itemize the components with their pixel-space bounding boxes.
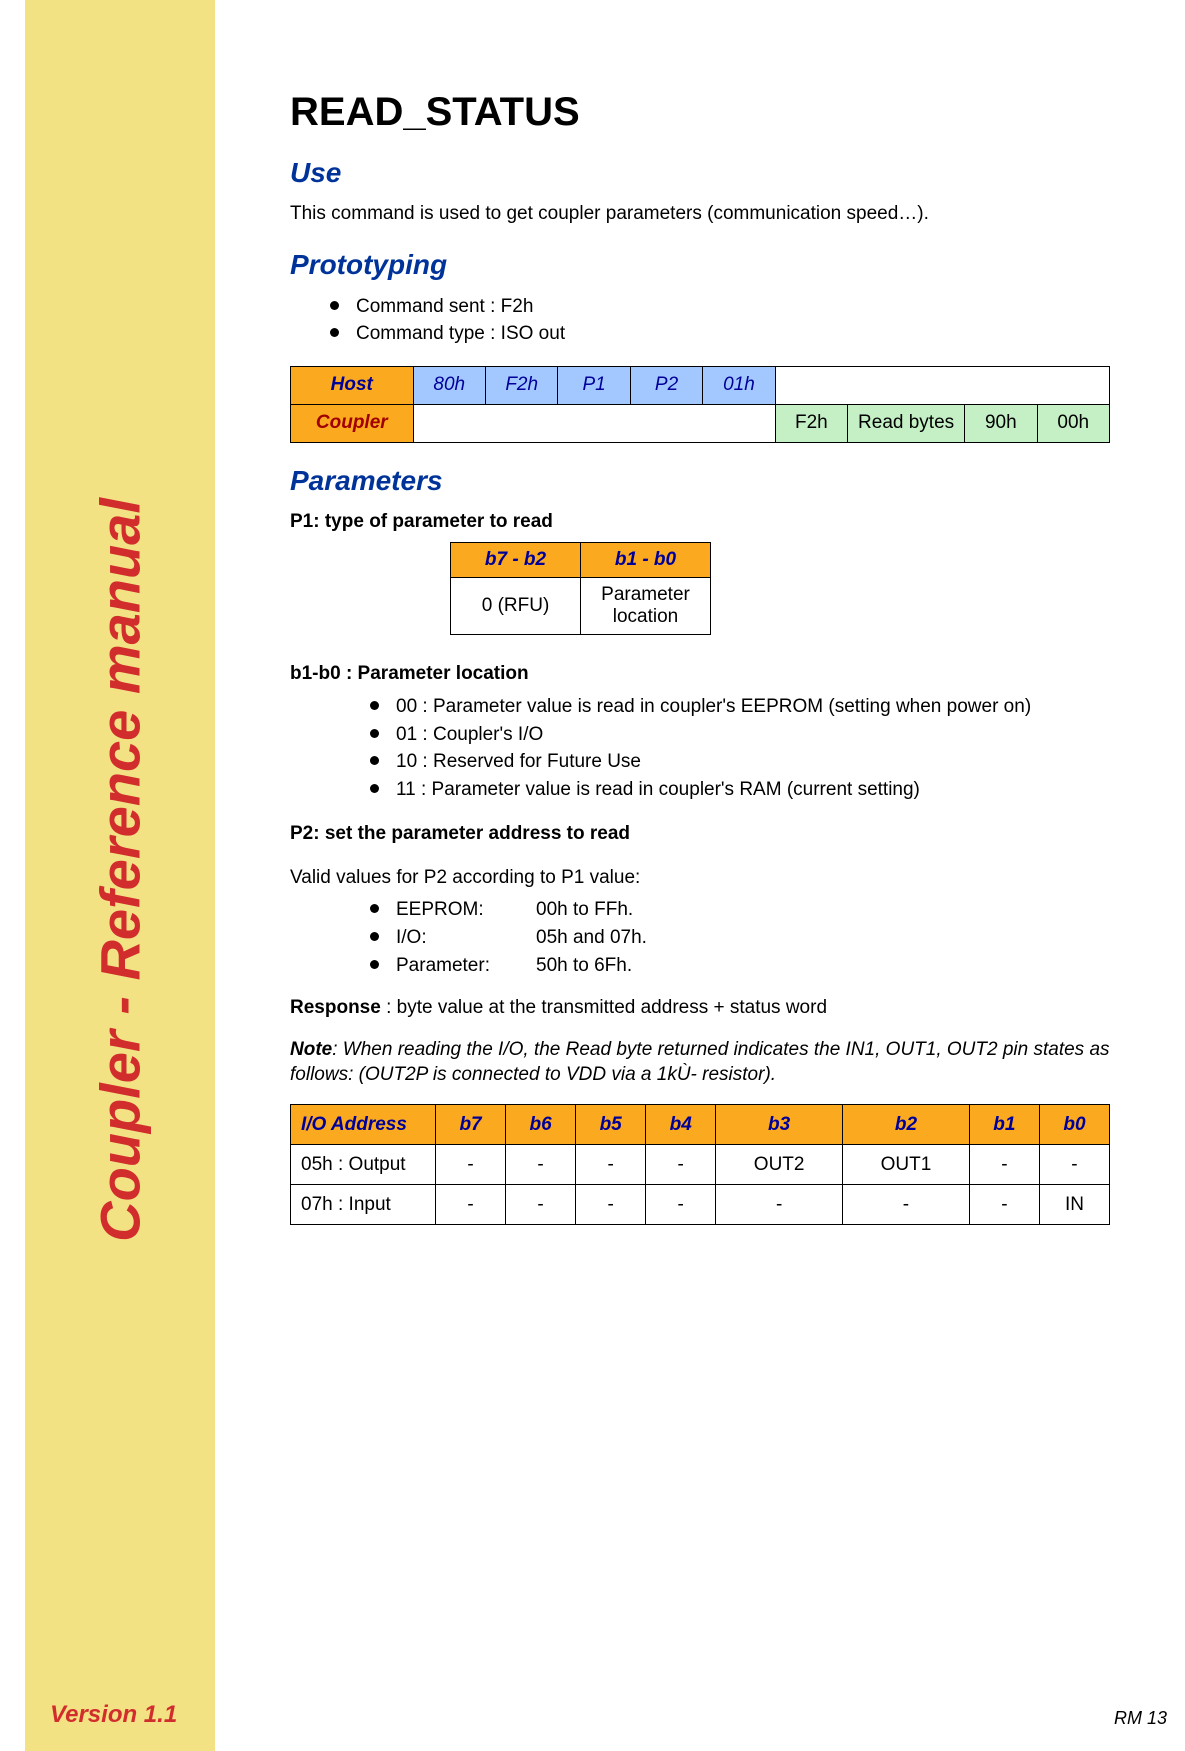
section-parameters-title: Parameters [290, 465, 1140, 497]
table-cell-empty [775, 366, 1109, 404]
table-cell: OUT1 [843, 1145, 970, 1185]
list-item: 00 : Parameter value is read in coupler'… [370, 693, 1140, 721]
table-header: b1 [969, 1105, 1039, 1145]
table-cell: - [576, 1145, 646, 1185]
table-cell: - [436, 1145, 506, 1185]
table-cell: P2 [630, 366, 702, 404]
coupler-label: Coupler [291, 404, 414, 442]
list-item: Command sent : F2h [330, 293, 1140, 321]
b1b0-bullets: 00 : Parameter value is read in coupler'… [290, 693, 1140, 803]
list-item: Parameter:50h to 6Fh. [370, 952, 1140, 980]
table-row: 07h : Input - - - - - - - IN [291, 1185, 1110, 1225]
section-use-title: Use [290, 157, 1140, 189]
table-cell: 00h [1037, 404, 1109, 442]
response-label: Response [290, 997, 381, 1018]
response-text: : byte value at the transmitted address … [381, 997, 827, 1018]
table-header: b2 [843, 1105, 970, 1145]
sidebar: Coupler - Reference manual Version 1.1 [25, 0, 215, 1751]
table-header: b6 [506, 1105, 576, 1145]
note-block: Note: When reading the I/O, the Read byt… [290, 1037, 1140, 1088]
p2-bullets: EEPROM:00h to FFh. I/O:05h and 07h. Para… [290, 896, 1140, 979]
prototyping-bullets: Command sent : F2h Command type : ISO ou… [290, 293, 1140, 348]
table-cell: - [576, 1185, 646, 1225]
table-cell: 90h [965, 404, 1037, 442]
table-header: I/O Address [291, 1105, 436, 1145]
table-cell: - [1039, 1145, 1109, 1185]
table-header: b5 [576, 1105, 646, 1145]
list-item: I/O:05h and 07h. [370, 924, 1140, 952]
table-header: b1 - b0 [581, 543, 711, 578]
table-cell: - [506, 1185, 576, 1225]
table-cell: - [969, 1185, 1039, 1225]
note-text: : When reading the I/O, the Read byte re… [290, 1039, 1110, 1086]
table-row: 05h : Output - - - - OUT2 OUT1 - - [291, 1145, 1110, 1185]
table-cell: 07h : Input [291, 1185, 436, 1225]
note-label: Note [290, 1039, 332, 1060]
list-item: 01 : Coupler's I/O [370, 721, 1140, 749]
list-item: Command type : ISO out [330, 320, 1140, 348]
sidebar-title: Coupler - Reference manual [88, 498, 153, 1242]
table-header: b3 [716, 1105, 843, 1145]
table-cell-empty [413, 404, 775, 442]
table-cell: - [646, 1145, 716, 1185]
table-header: b7 - b2 [451, 543, 581, 578]
table-header: b4 [646, 1105, 716, 1145]
table-cell: 80h [413, 366, 485, 404]
list-item: 10 : Reserved for Future Use [370, 748, 1140, 776]
p2-intro: Valid values for P2 according to P1 valu… [290, 865, 1140, 891]
b1b0-heading: b1-b0 : Parameter location [290, 661, 1140, 687]
page-title: READ_STATUS [290, 90, 1140, 135]
table-cell: 01h [703, 366, 775, 404]
main-content: READ_STATUS Use This command is used to … [290, 90, 1140, 1225]
table-cell: IN [1039, 1185, 1109, 1225]
table-cell: - [716, 1185, 843, 1225]
table-cell: F2h [775, 404, 847, 442]
io-table: I/O Address b7 b6 b5 b4 b3 b2 b1 b0 05h … [290, 1104, 1110, 1225]
table-cell: - [506, 1145, 576, 1185]
page-number: RM 13 [1114, 1708, 1167, 1729]
table-header: b0 [1039, 1105, 1109, 1145]
version-label: Version 1.1 [50, 1701, 177, 1729]
table-header: b7 [436, 1105, 506, 1145]
p1-heading: P1: type of parameter to read [290, 509, 1140, 535]
table-cell: - [843, 1185, 970, 1225]
list-item: EEPROM:00h to FFh. [370, 896, 1140, 924]
table-cell: - [436, 1185, 506, 1225]
response-line: Response : byte value at the transmitted… [290, 995, 1140, 1021]
list-item: 11 : Parameter value is read in coupler'… [370, 776, 1140, 804]
p2-heading: P2: set the parameter address to read [290, 821, 1140, 847]
table-cell: 0 (RFU) [451, 578, 581, 635]
table-cell: OUT2 [716, 1145, 843, 1185]
table-cell: P1 [558, 366, 630, 404]
table-cell: - [969, 1145, 1039, 1185]
table-cell: 05h : Output [291, 1145, 436, 1185]
p1-table: b7 - b2 b1 - b0 0 (RFU) Parameter locati… [450, 542, 711, 635]
section-prototyping-title: Prototyping [290, 249, 1140, 281]
table-cell: F2h [485, 366, 557, 404]
table-cell: Read bytes [848, 404, 965, 442]
table-cell: - [646, 1185, 716, 1225]
use-text: This command is used to get coupler para… [290, 201, 1140, 227]
prototyping-table: Host 80h F2h P1 P2 01h Coupler F2h Read … [290, 366, 1110, 443]
table-cell: Parameter location [581, 578, 711, 635]
host-label: Host [291, 366, 414, 404]
